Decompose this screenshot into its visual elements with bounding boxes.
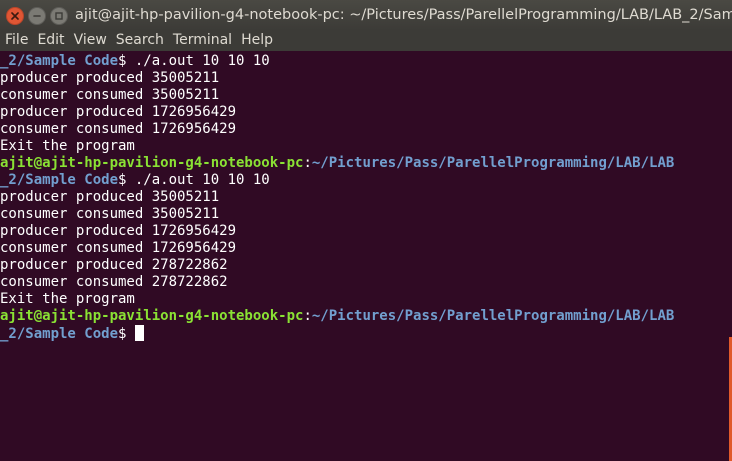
- terminal-output[interactable]: _2/Sample Code$ ./a.out 10 10 10 producer…: [0, 53, 726, 461]
- prompt-user: ajit@ajit-hp-pavilion-g4-notebook-pc: [0, 155, 304, 171]
- prompt-separator: :: [303, 155, 312, 171]
- title-bar[interactable]: ajit@ajit-hp-pavilion-g4-notebook-pc: ~/…: [0, 0, 732, 30]
- terminal-line: _2/Sample Code$ ./a.out 10 10 10: [0, 53, 726, 70]
- scrollbar[interactable]: [726, 53, 732, 461]
- output-text: producer produced 35005211: [0, 70, 220, 86]
- terminal-line: producer produced 1726956429: [0, 223, 726, 240]
- maximize-button[interactable]: [50, 7, 68, 25]
- prompt-separator: :: [303, 308, 312, 324]
- terminal-line: consumer consumed 35005211: [0, 87, 726, 104]
- close-icon: [11, 12, 19, 20]
- terminal-line: consumer consumed 35005211: [0, 206, 726, 223]
- output-text: consumer consumed 1726956429: [0, 121, 237, 137]
- prompt-user: ajit@ajit-hp-pavilion-g4-notebook-pc: [0, 308, 304, 324]
- terminal-line: producer produced 35005211: [0, 189, 726, 206]
- terminal-line: Exit the program: [0, 138, 726, 155]
- output-text: consumer consumed 35005211: [0, 206, 220, 222]
- text-cursor: [134, 325, 144, 341]
- terminal-line: producer produced 35005211: [0, 70, 726, 87]
- output-text: Exit the program: [0, 291, 135, 307]
- output-text: producer produced 278722862: [0, 257, 228, 273]
- minimize-icon: [33, 15, 41, 17]
- close-button[interactable]: [6, 7, 24, 25]
- maximize-icon: [55, 12, 63, 20]
- output-text: producer produced 1726956429: [0, 104, 237, 120]
- prompt-path: ~/Pictures/Pass/ParellelProgramming/LAB/…: [311, 155, 675, 171]
- terminal-line: producer produced 278722862: [0, 257, 726, 274]
- output-text: consumer consumed 35005211: [0, 87, 220, 103]
- terminal-line: consumer consumed 1726956429: [0, 240, 726, 257]
- command-text: $: [118, 326, 135, 342]
- menu-edit[interactable]: Edit: [32, 30, 68, 51]
- output-text: consumer consumed 1726956429: [0, 240, 237, 256]
- prompt-path: _2/Sample Code: [0, 172, 119, 188]
- terminal-line: ajit@ajit-hp-pavilion-g4-notebook-pc:~/P…: [0, 155, 726, 172]
- menu-view[interactable]: View: [69, 30, 111, 51]
- output-text: producer produced 1726956429: [0, 223, 237, 239]
- terminal-line: consumer consumed 278722862: [0, 274, 726, 291]
- output-text: consumer consumed 278722862: [0, 274, 228, 290]
- terminal-line: _2/Sample Code$ ./a.out 10 10 10: [0, 172, 726, 189]
- terminal-line: producer produced 1726956429: [0, 104, 726, 121]
- window-title: ajit@ajit-hp-pavilion-g4-notebook-pc: ~/…: [75, 7, 732, 23]
- output-text: producer produced 35005211: [0, 189, 220, 205]
- terminal-line: Exit the program: [0, 291, 726, 308]
- terminal-line: consumer consumed 1726956429: [0, 121, 726, 138]
- command-text: $ ./a.out 10 10 10: [118, 53, 270, 69]
- minimize-button[interactable]: [28, 7, 46, 25]
- prompt-path: _2/Sample Code: [0, 326, 119, 342]
- menu-search[interactable]: Search: [111, 30, 168, 51]
- menu-help[interactable]: Help: [236, 30, 277, 51]
- menu-file[interactable]: File: [0, 30, 32, 51]
- prompt-path: _2/Sample Code: [0, 53, 119, 69]
- menu-terminal[interactable]: Terminal: [168, 30, 236, 51]
- terminal-line: ajit@ajit-hp-pavilion-g4-notebook-pc:~/P…: [0, 308, 726, 325]
- terminal-window: ajit@ajit-hp-pavilion-g4-notebook-pc: ~/…: [0, 0, 732, 461]
- command-text: $ ./a.out 10 10 10: [118, 172, 270, 188]
- prompt-path: ~/Pictures/Pass/ParellelProgramming/LAB/…: [311, 308, 675, 324]
- terminal-line: _2/Sample Code$: [0, 325, 726, 342]
- menu-bar: File Edit View Search Terminal Help: [0, 30, 732, 51]
- output-text: Exit the program: [0, 138, 135, 154]
